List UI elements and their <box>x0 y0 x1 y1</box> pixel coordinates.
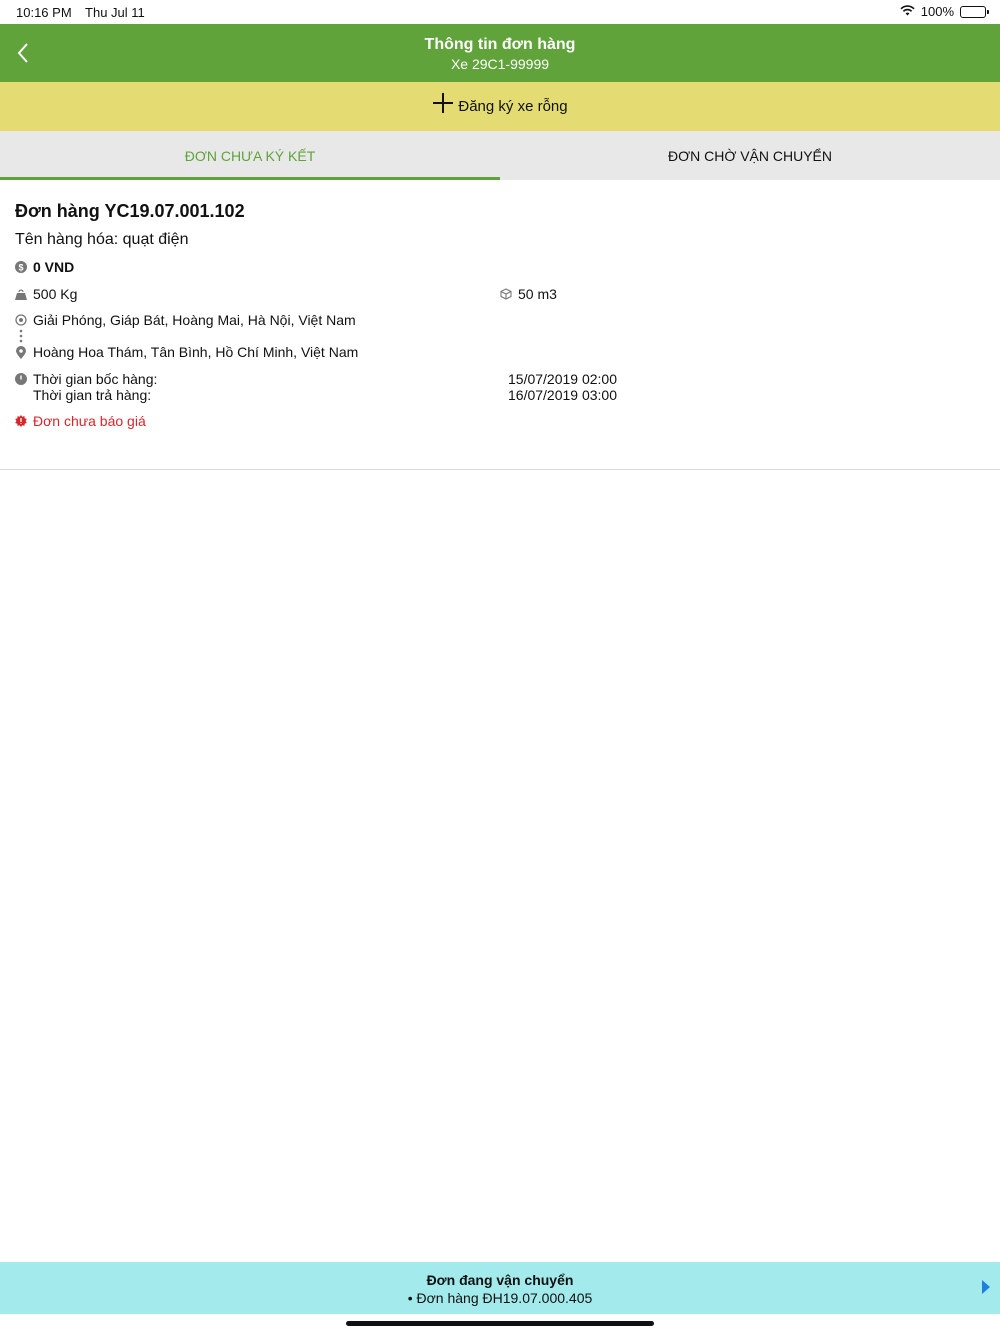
origin-address: Giải Phóng, Giáp Bát, Hoàng Mai, Hà Nội,… <box>15 312 356 328</box>
page-title: Thông tin đơn hàng <box>424 36 576 53</box>
in-transit-title: Đơn đang vận chuyển <box>426 1272 574 1288</box>
origin-target-icon <box>15 314 27 326</box>
route-dots-icon <box>19 329 23 343</box>
map-pin-icon <box>15 345 27 359</box>
order-card[interactable]: Đơn hàng YC19.07.001.102 Tên hàng hóa: q… <box>0 180 1000 470</box>
weight-value: 500 Kg <box>33 286 78 302</box>
pickup-time: 15/07/2019 02:00 <box>508 371 617 387</box>
register-label: Đăng ký xe rỗng <box>458 98 568 115</box>
chevron-left-icon <box>17 43 28 63</box>
clock-icon <box>15 373 27 385</box>
nav-bar: Thông tin đơn hàng Xe 29C1-99999 <box>0 24 1000 82</box>
tab-label: ĐƠN CHỜ VẬN CHUYỂN <box>667 147 833 164</box>
tab-bar: ĐƠN CHƯA KÝ KẾT ĐƠN CHỜ VẬN CHUYỂN <box>0 131 1000 180</box>
pickup-label: Thời gian bốc hàng: <box>33 371 158 387</box>
time-values: 15/07/2019 02:00 16/07/2019 03:00 <box>508 371 617 403</box>
wifi-icon <box>900 4 915 19</box>
plus-icon <box>432 90 454 120</box>
alert-badge-icon <box>15 415 27 427</box>
status-badge: Đơn chưa báo giá <box>15 413 146 429</box>
goods-name: Tên hàng hóa: quạt điện <box>15 231 189 248</box>
weight-icon <box>15 288 27 300</box>
status-bar: 10:16 PM Thu Jul 11 100% <box>0 0 1000 24</box>
vehicle-plate: Xe 29C1-99999 <box>450 56 550 72</box>
delivery-label: Thời gian trả hàng: <box>33 387 152 403</box>
delivery-time: 16/07/2019 03:00 <box>508 387 617 403</box>
in-transit-order: • Đơn hàng ĐH19.07.000.405 <box>407 1290 593 1306</box>
destination-text: Hoàng Hoa Thám, Tân Bình, Hồ Chí Minh, V… <box>33 344 359 360</box>
home-indicator <box>346 1321 654 1326</box>
status-date: Thu Jul 11 <box>85 5 145 20</box>
register-empty-truck-button[interactable]: Đăng ký xe rỗng <box>0 82 1000 131</box>
order-title: Đơn hàng YC19.07.001.102 <box>15 201 245 221</box>
destination-address: Hoàng Hoa Thám, Tân Bình, Hồ Chí Minh, V… <box>15 344 358 360</box>
battery-icon <box>960 5 989 18</box>
status-text: Đơn chưa báo giá <box>33 413 146 429</box>
tab-unsigned-orders[interactable]: ĐƠN CHƯA KÝ KẾT <box>0 131 500 180</box>
back-button[interactable] <box>10 38 36 68</box>
svg-text:$: $ <box>18 263 23 273</box>
play-arrow-icon[interactable] <box>982 1280 990 1294</box>
tab-awaiting-transport[interactable]: ĐƠN CHỜ VẬN CHUYỂN <box>500 131 1000 180</box>
tab-label: ĐƠN CHƯA KÝ KẾT <box>184 147 316 164</box>
status-time: 10:16 PM <box>16 5 72 20</box>
time-labels: Thời gian bốc hàng: Thời gian trả hàng: <box>15 371 157 403</box>
order-weight: 500 Kg <box>15 286 77 302</box>
order-volume: 50 m3 <box>500 286 557 302</box>
dollar-icon: $ <box>15 261 27 273</box>
origin-text: Giải Phóng, Giáp Bát, Hoàng Mai, Hà Nội,… <box>33 312 356 328</box>
cube-icon <box>500 288 512 300</box>
order-price: $ 0 VND <box>15 259 74 275</box>
price-value: 0 VND <box>33 259 75 275</box>
volume-value: 50 m3 <box>518 286 557 302</box>
in-transit-banner[interactable]: Đơn đang vận chuyển • Đơn hàng ĐH19.07.0… <box>0 1262 1000 1314</box>
battery-percent: 100% <box>920 4 954 19</box>
